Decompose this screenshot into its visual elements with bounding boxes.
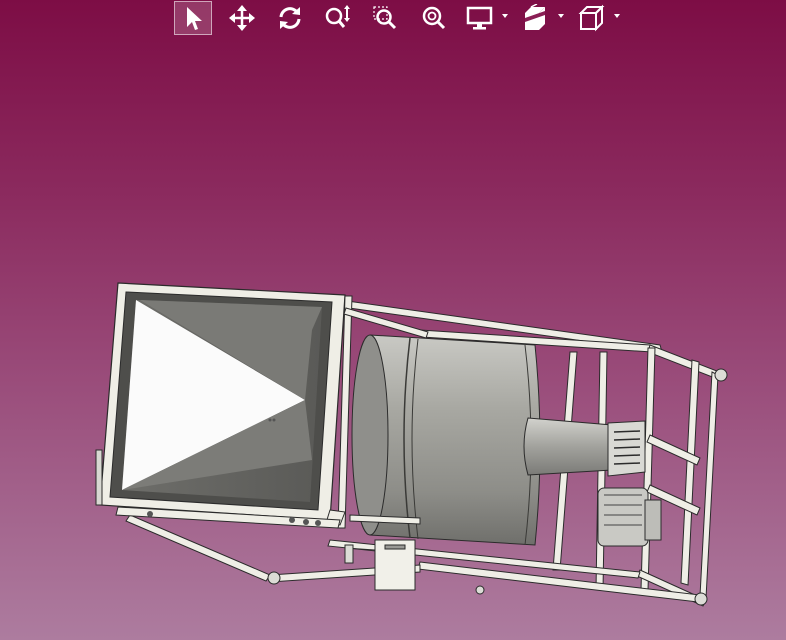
drum <box>351 334 541 546</box>
3d-viewport[interactable] <box>0 0 786 640</box>
drive-shaft <box>523 417 613 476</box>
section-cube-icon <box>525 4 545 30</box>
hopper <box>95 282 346 521</box>
select-button[interactable] <box>174 1 212 35</box>
standard-views-button[interactable] <box>574 1 622 35</box>
monitor-icon <box>466 6 493 30</box>
zoom-fit-icon <box>422 6 446 30</box>
zoom-window-icon <box>373 6 397 30</box>
display-mode-button[interactable] <box>462 1 510 35</box>
zoom-button[interactable] <box>318 1 358 35</box>
arrow-cursor-icon <box>187 7 202 30</box>
section-view-button[interactable] <box>518 1 566 35</box>
zoom-fit-button[interactable] <box>414 1 454 35</box>
machine-3d-model[interactable] <box>0 0 786 640</box>
rotate-button[interactable] <box>270 1 310 35</box>
chevron-down-icon[interactable] <box>614 14 620 18</box>
pan-button[interactable] <box>222 1 262 35</box>
chevron-down-icon[interactable] <box>502 14 508 18</box>
chevron-down-icon[interactable] <box>558 14 564 18</box>
cube-icon <box>578 4 605 32</box>
zoom-icon <box>325 5 350 28</box>
view-toolbar <box>174 0 630 36</box>
zoom-window-button[interactable] <box>366 1 406 35</box>
rotate-icon <box>279 7 301 29</box>
move-arrows-icon <box>229 5 255 31</box>
